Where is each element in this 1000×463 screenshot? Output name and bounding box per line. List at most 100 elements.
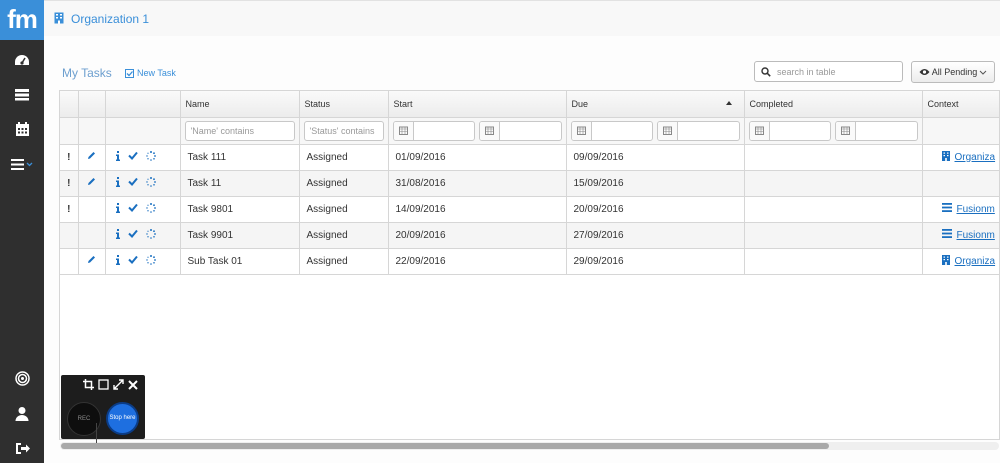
expand-icon[interactable] [113,379,124,390]
task-status: Assigned [299,144,389,171]
completed-to-date-input[interactable] [835,120,918,141]
priority-flag: ! [60,144,79,171]
column-header-due[interactable]: Due [566,91,745,118]
edit-cell [78,248,106,275]
context-link[interactable]: Fusionm [957,204,995,215]
horizontal-scrollbar[interactable] [60,442,999,450]
screen-recorder-widget: REC Stop here [61,375,145,439]
info-icon[interactable] [115,228,120,242]
exclamation-icon: ! [67,177,71,189]
start-from-date-input[interactable] [392,120,475,141]
scrollbar-thumb[interactable] [61,443,829,449]
table-row[interactable]: Sub Task 01 Assigned 22/09/2016 29/09/2016 O… [60,248,999,275]
progress-spinner-icon[interactable] [145,202,156,216]
calendar-icon[interactable] [480,121,500,140]
info-icon[interactable] [115,254,120,268]
edit-pencil-icon[interactable] [87,152,96,163]
column-header-start[interactable]: Start [388,91,567,118]
target-icon[interactable] [0,366,44,390]
progress-spinner-icon[interactable] [145,228,156,242]
priority-flag [60,248,79,275]
user-icon[interactable] [0,401,44,425]
task-name[interactable]: Task 11 [180,170,300,197]
info-icon[interactable] [115,202,120,216]
new-task-button[interactable]: New Task [125,68,176,78]
building-icon [941,150,950,164]
priority-flag: ! [60,170,79,197]
progress-spinner-icon[interactable] [145,150,156,164]
table-row[interactable]: ! Task 11 Assigned 31/08/2016 15/09/2016 [60,170,999,197]
task-context: Fusionm [922,222,999,249]
row-actions [105,144,181,171]
task-due-date: 09/09/2016 [566,144,745,171]
table-row[interactable]: Task 9901 Assigned 20/09/2016 27/09/2016 Fus… [60,222,999,249]
context-link[interactable]: Organiza [955,152,996,163]
status-filter-input[interactable]: 'Status' contains [303,120,384,141]
completed-from-date-input[interactable] [748,120,831,141]
column-header-name[interactable]: Name [180,91,300,118]
priority-flag [60,222,79,249]
info-icon[interactable] [115,176,120,190]
task-context: Organiza [922,144,999,171]
inbox-icon[interactable] [0,82,44,106]
edit-cell [78,170,106,197]
progress-spinner-icon[interactable] [145,254,156,268]
square-icon[interactable] [98,379,109,390]
chevron-down-icon [979,70,987,75]
row-actions [105,170,181,197]
calendar-icon[interactable] [393,121,414,140]
column-header-completed[interactable]: Completed [744,91,923,118]
context-link[interactable]: Organiza [955,256,996,267]
complete-check-icon[interactable] [127,177,138,189]
task-name[interactable]: Task 9901 [180,222,300,249]
context-link[interactable]: Fusionm [957,230,995,241]
organization-title[interactable]: Organization 1 [71,12,149,26]
task-completed-date [744,248,923,275]
search-input[interactable] [777,66,887,77]
table-search[interactable] [754,61,903,82]
progress-spinner-icon[interactable] [145,176,156,190]
due-to-date-input[interactable] [657,120,740,141]
exclamation-icon: ! [67,203,71,215]
edit-pencil-icon[interactable] [87,178,96,189]
crop-icon[interactable] [83,379,94,390]
task-due-date: 20/09/2016 [566,196,745,223]
task-start-date: 31/08/2016 [388,170,567,197]
task-start-date: 01/09/2016 [388,144,567,171]
filter-dropdown[interactable]: All Pending [911,61,995,83]
task-name[interactable]: Task 9801 [180,196,300,223]
column-header-context[interactable]: Context [922,91,999,118]
task-completed-date [744,170,923,197]
start-to-date-input[interactable] [479,120,562,141]
due-from-date-input[interactable] [570,120,653,141]
row-actions [105,196,181,223]
task-name[interactable]: Task 111 [180,144,300,171]
menu-icon[interactable] [0,152,44,176]
info-icon[interactable] [115,150,120,164]
dashboard-icon[interactable] [0,48,44,72]
task-name[interactable]: Sub Task 01 [180,248,300,275]
calendar-icon[interactable] [0,117,44,141]
app-logo[interactable]: fm [0,0,44,40]
task-rows: ! Task 111 Assigned 01/09/2016 09/09/2016 Org… [60,144,999,275]
complete-check-icon[interactable] [127,229,138,241]
column-header-status[interactable]: Status [299,91,389,118]
logout-icon[interactable] [0,436,44,460]
task-due-date: 27/09/2016 [566,222,745,249]
name-filter-input[interactable]: 'Name' contains [184,120,295,141]
calendar-icon[interactable] [749,121,770,140]
calendar-icon[interactable] [836,121,856,140]
list-icon [941,203,952,215]
close-icon[interactable] [128,379,138,390]
task-context: Organiza [922,248,999,275]
complete-check-icon[interactable] [127,255,138,267]
table-row[interactable]: ! Task 111 Assigned 01/09/2016 09/09/2016 Org… [60,144,999,171]
calendar-icon[interactable] [658,121,678,140]
column-header-actions [105,91,181,118]
complete-check-icon[interactable] [127,203,138,215]
edit-pencil-icon[interactable] [87,256,96,267]
table-row[interactable]: ! Task 9801 Assigned 14/09/2016 20/09/2016 Fu… [60,196,999,223]
calendar-icon[interactable] [571,121,592,140]
stop-here-button[interactable]: Stop here [106,402,139,435]
complete-check-icon[interactable] [127,151,138,163]
